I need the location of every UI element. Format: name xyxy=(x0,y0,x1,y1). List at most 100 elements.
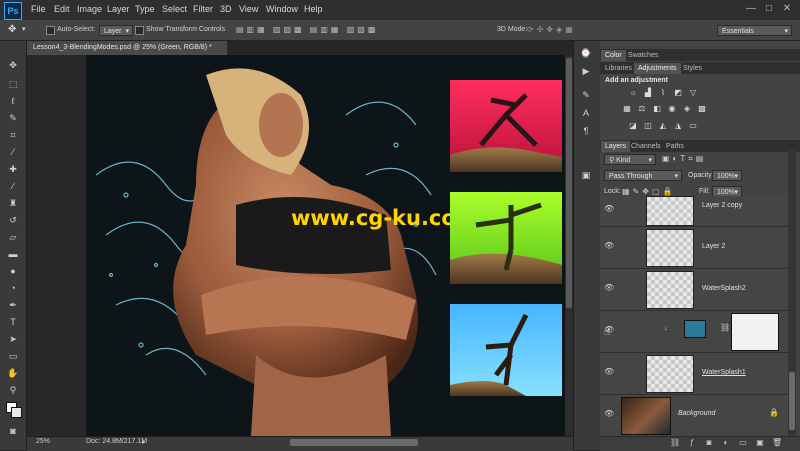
crop-tool-icon[interactable]: ⌗ xyxy=(6,129,20,141)
hue-saturation-icon[interactable]: ▦ xyxy=(622,105,632,113)
layer-style-icon[interactable]: ƒ xyxy=(687,438,697,448)
show-transform-checkbox[interactable] xyxy=(135,26,144,35)
workspace-dropdown[interactable]: Essentials xyxy=(717,25,792,37)
channel-mixer-icon[interactable]: ◈ xyxy=(682,105,692,113)
hand-tool-icon[interactable]: ✋ xyxy=(6,367,20,379)
canvas-horizontal-scroll-thumb[interactable] xyxy=(290,439,418,446)
tab-paths[interactable]: Paths xyxy=(662,141,688,152)
menu-edit[interactable]: Edit xyxy=(54,4,70,14)
brush-tool-icon[interactable]: ∕ xyxy=(6,180,20,192)
layer-mask-thumbnail[interactable] xyxy=(731,313,779,351)
layer-row-layer-2-copy[interactable] xyxy=(600,196,788,227)
tab-color[interactable]: Color xyxy=(601,50,626,61)
minimize-icon[interactable]: — xyxy=(744,3,758,15)
tab-channels[interactable]: Channels xyxy=(627,141,665,152)
menu-image[interactable]: Image xyxy=(77,4,102,14)
brushes-icon[interactable]: ✎ xyxy=(580,90,592,100)
menu-help[interactable]: Help xyxy=(304,4,323,14)
canvas-vertical-scroll-thumb[interactable] xyxy=(566,58,572,308)
layer-row-watersplash1[interactable] xyxy=(600,353,788,395)
tab-layers[interactable]: Layers xyxy=(601,141,631,152)
layer-name[interactable]: WaterSplash1 xyxy=(702,369,746,376)
menu-window[interactable]: Window xyxy=(266,4,298,14)
eyedropper-tool-icon[interactable]: ⁄ xyxy=(6,146,20,158)
blur-tool-icon[interactable]: ● xyxy=(6,265,20,277)
close-icon[interactable]: ✕ xyxy=(780,3,794,15)
selective-color-icon[interactable]: ◮ xyxy=(673,122,683,130)
dodge-tool-icon[interactable]: ◔ xyxy=(6,282,20,294)
lasso-tool-icon[interactable]: ℓ xyxy=(6,95,20,107)
3d-mode-icons[interactable]: ⟳✣✥◈▦ xyxy=(527,25,576,34)
opacity-input[interactable]: 100% xyxy=(712,170,742,182)
clone-stamp-tool-icon[interactable]: ♜ xyxy=(6,197,20,209)
type-tool-icon[interactable]: T xyxy=(6,316,20,328)
menu-layer[interactable]: Layer xyxy=(107,4,130,14)
status-arrow-icon[interactable]: ▸ xyxy=(142,438,146,446)
history-icon[interactable]: ⌚ xyxy=(580,48,592,58)
new-group-icon[interactable]: ▭ xyxy=(738,438,748,448)
blend-mode-dropdown[interactable]: Pass Through xyxy=(604,170,682,182)
move-tool-icon[interactable]: ✥ xyxy=(8,24,16,35)
align-icons[interactable]: ▤▥▦ ▧▨▩ ▤▥▦ ▧▨▩ xyxy=(236,25,378,34)
auto-select-checkbox[interactable] xyxy=(46,26,55,35)
threshold-icon[interactable]: ◭ xyxy=(658,122,668,130)
layer-name[interactable]: WaterSplash2 xyxy=(702,285,746,292)
auto-select-dropdown[interactable]: Layer xyxy=(99,25,133,37)
tab-adjustments[interactable]: Adjustments xyxy=(634,63,681,74)
layer-name[interactable]: Layer 2 copy xyxy=(702,202,742,209)
visibility-eye-icon[interactable]: 👁 xyxy=(604,241,614,251)
levels-icon[interactable]: ▟ xyxy=(643,89,653,97)
visibility-eye-icon[interactable]: 👁 xyxy=(604,204,614,214)
layer-row-layer-2[interactable] xyxy=(600,227,788,269)
posterize-icon[interactable]: ◫ xyxy=(643,122,653,130)
zoom-tool-icon[interactable]: ⚲ xyxy=(6,384,20,396)
exposure-icon[interactable]: ◩ xyxy=(673,89,683,97)
black-white-icon[interactable]: ◧ xyxy=(652,105,662,113)
layer-filter-dropdown[interactable]: ⚲ Kind xyxy=(604,154,656,166)
invert-icon[interactable]: ◪ xyxy=(628,122,638,130)
layer-name[interactable]: Background xyxy=(678,410,715,417)
menu-select[interactable]: Select xyxy=(162,4,187,14)
pen-tool-icon[interactable]: ✒ xyxy=(6,299,20,311)
new-layer-icon[interactable]: ▣ xyxy=(755,438,765,448)
quick-mask-icon[interactable]: ◙ xyxy=(6,425,20,437)
eraser-tool-icon[interactable]: ▱ xyxy=(6,231,20,243)
document-canvas[interactable]: www.cg-ku.com xyxy=(86,55,566,436)
background-color-swatch[interactable] xyxy=(11,407,22,418)
tab-styles[interactable]: Styles xyxy=(679,63,706,74)
layer-name[interactable]: Layer 2 xyxy=(702,243,725,250)
gradient-tool-icon[interactable]: ▬ xyxy=(6,248,20,260)
properties-icon[interactable]: ▣ xyxy=(580,170,592,180)
history-brush-tool-icon[interactable]: ↺ xyxy=(6,214,20,226)
color-balance-icon[interactable]: ⚖ xyxy=(637,105,647,113)
color-lookup-icon[interactable]: ▩ xyxy=(697,105,707,113)
character-icon[interactable]: A xyxy=(580,108,592,118)
menu-view[interactable]: View xyxy=(239,4,258,14)
quick-select-tool-icon[interactable]: ✎ xyxy=(6,112,20,124)
menu-file[interactable]: File xyxy=(31,4,46,14)
healing-brush-tool-icon[interactable]: ✚ xyxy=(6,163,20,175)
document-tab[interactable]: Lesson4_3-BlendingModes.psd @ 25% (Green… xyxy=(27,41,227,55)
menu-filter[interactable]: Filter xyxy=(193,4,213,14)
chain-link-icon[interactable]: ⛓ xyxy=(720,323,730,332)
menu-type[interactable]: Type xyxy=(135,4,155,14)
visibility-eye-icon[interactable]: 👁 xyxy=(604,409,614,419)
layers-scroll-thumb[interactable] xyxy=(789,372,795,430)
move-tool-icon[interactable]: ✥ xyxy=(6,59,20,71)
visibility-eye-icon[interactable]: 👁 xyxy=(604,283,614,293)
path-select-tool-icon[interactable]: ➤ xyxy=(6,333,20,345)
actions-icon[interactable]: ▶ xyxy=(580,66,592,76)
trash-icon[interactable]: 🗑 xyxy=(772,438,782,448)
tab-libraries[interactable]: Libraries xyxy=(601,63,636,74)
add-mask-icon[interactable]: ◙ xyxy=(704,438,714,448)
visibility-eye-icon[interactable]: 👁 xyxy=(604,367,614,377)
maximize-icon[interactable]: □ xyxy=(762,3,776,15)
zoom-level[interactable]: 25% xyxy=(36,438,50,445)
curves-icon[interactable]: ⌇ xyxy=(658,89,668,97)
chevron-down-icon[interactable]: ▾ xyxy=(22,25,26,33)
marquee-tool-icon[interactable]: ⬚ xyxy=(6,78,20,90)
lock-icons[interactable]: ▦✎✥▢🔒 xyxy=(622,187,675,196)
rectangle-tool-icon[interactable]: ▭ xyxy=(6,350,20,362)
paragraph-icon[interactable]: ¶ xyxy=(580,126,592,136)
link-layers-icon[interactable]: ⛓ xyxy=(670,438,680,448)
